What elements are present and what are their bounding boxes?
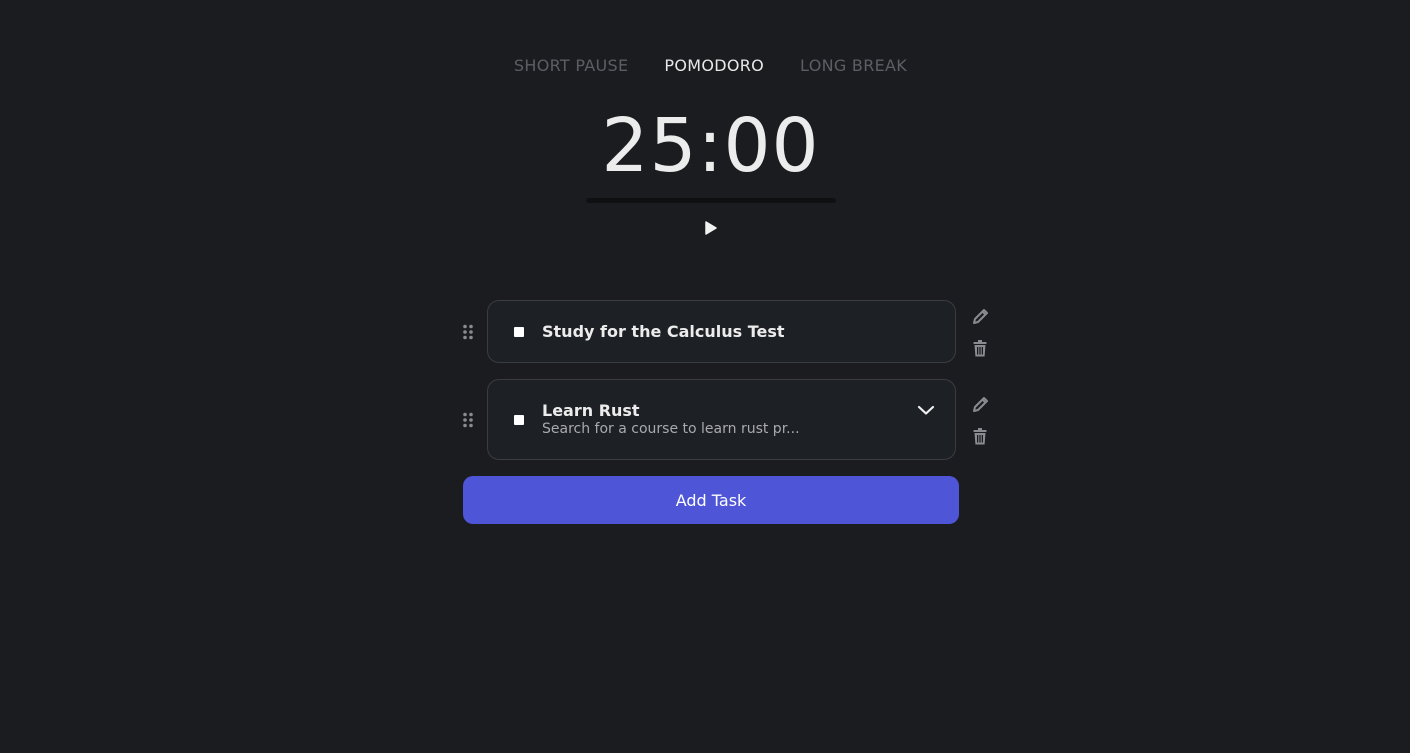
task-row: Study for the Calculus Test [458,300,998,363]
task-title: Learn Rust [542,401,640,420]
mode-tabs: SHORT PAUSE POMODORO LONG BREAK [0,54,1410,78]
task-card[interactable]: Study for the Calculus Test [487,300,956,363]
edit-task-button[interactable] [970,306,990,326]
trash-icon [973,427,987,444]
delete-task-button[interactable] [970,338,990,358]
task-checkbox[interactable] [514,327,524,337]
pencil-icon [972,308,988,324]
play-button[interactable] [700,218,722,238]
task-card[interactable]: Learn Rust Search for a course to learn … [487,379,956,460]
drag-handle-icon[interactable] [462,412,474,428]
chevron-down-icon[interactable] [917,404,935,416]
play-icon [705,221,717,235]
timer-display: 25:00 [601,103,820,189]
delete-task-button[interactable] [970,426,990,446]
tab-pomodoro[interactable]: POMODORO [664,54,764,78]
add-task-button[interactable]: Add Task [463,476,959,524]
edit-task-button[interactable] [970,394,990,414]
tab-long-break[interactable]: LONG BREAK [800,54,907,78]
task-title: Study for the Calculus Test [542,322,785,341]
pomodoro-app: SHORT PAUSE POMODORO LONG BREAK 25:00 St… [0,0,1410,753]
pencil-icon [972,396,988,412]
trash-icon [973,339,987,356]
drag-handle-icon[interactable] [462,324,474,340]
task-checkbox[interactable] [514,415,524,425]
task-description: Search for a course to learn rust pr... [542,421,800,437]
task-row: Learn Rust Search for a course to learn … [458,379,998,460]
tab-short-pause[interactable]: SHORT PAUSE [514,54,628,78]
timer-progress-bar [586,198,836,203]
